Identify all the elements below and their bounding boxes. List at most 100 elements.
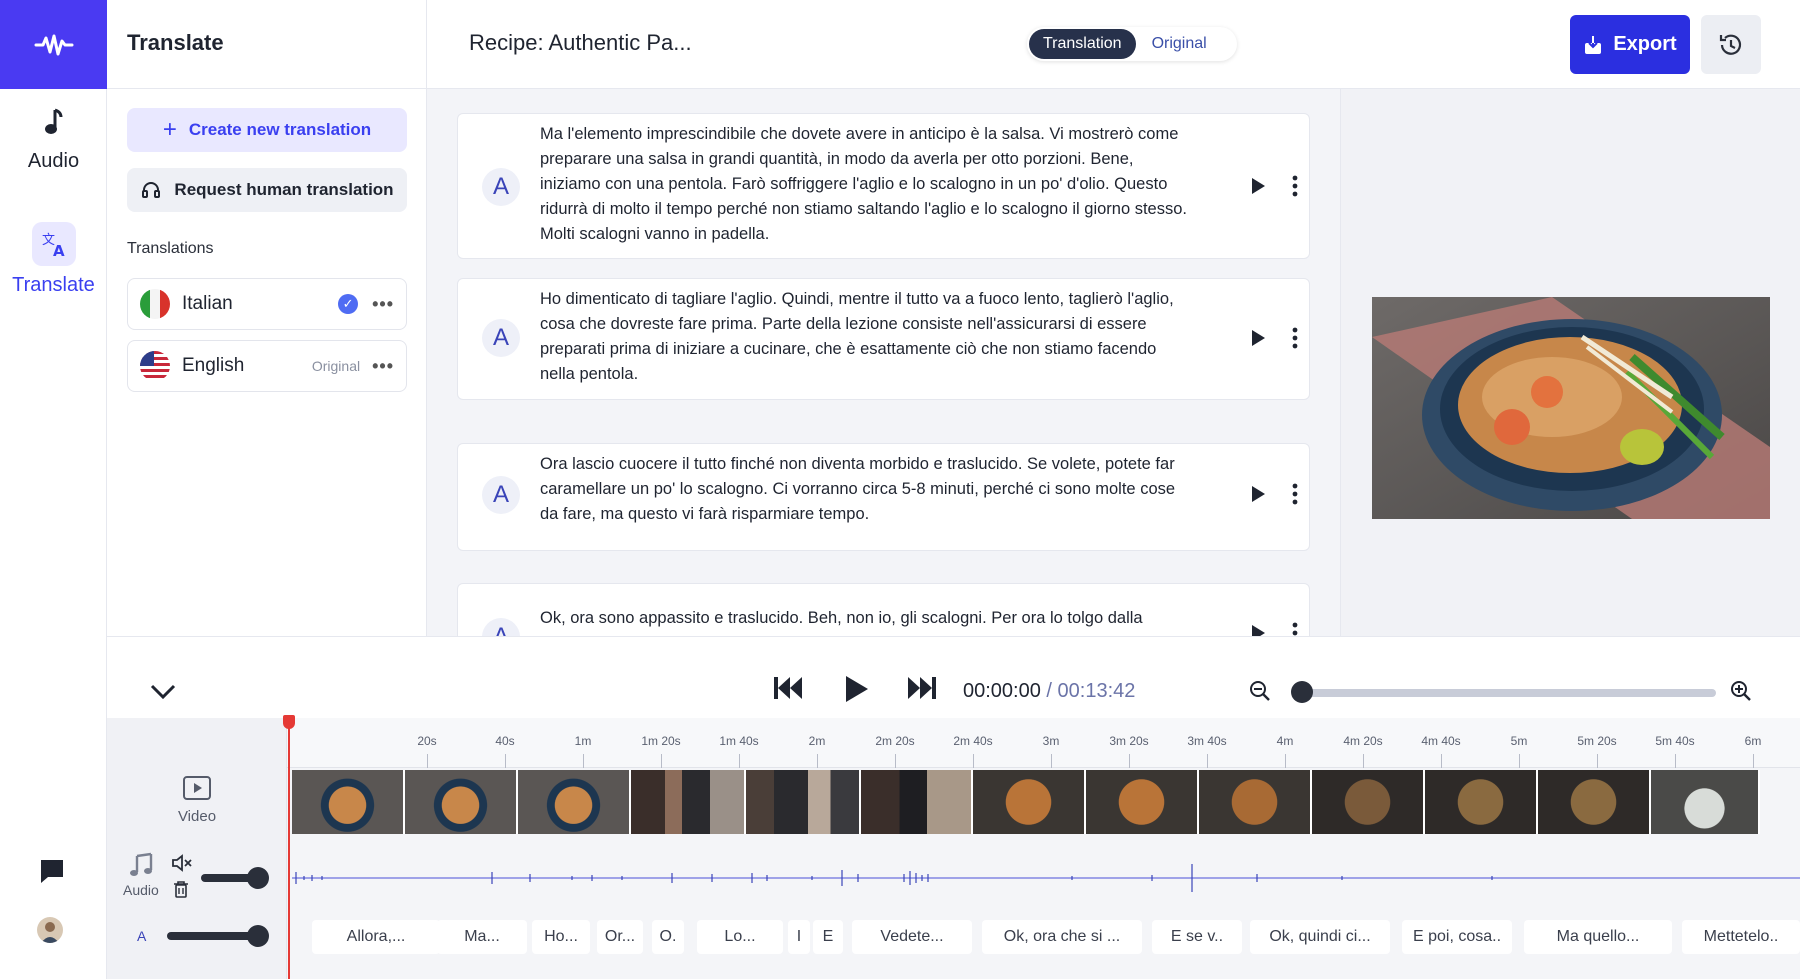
audio-waveform[interactable] xyxy=(292,846,1800,910)
rail-item-translate[interactable]: 文A Translate xyxy=(0,222,107,297)
video-frame xyxy=(746,770,861,834)
transcript-segment[interactable]: A Ora lascio cuocere il tutto finché non… xyxy=(457,443,1310,551)
music-notes-icon xyxy=(129,852,161,878)
subtitle-chip[interactable]: E poi, cosa.. xyxy=(1402,920,1512,954)
language-item-italian[interactable]: Italian ✓ ••• xyxy=(127,278,407,330)
zoom-slider-track[interactable] xyxy=(1300,689,1716,697)
playhead-handle[interactable] xyxy=(283,715,295,729)
trash-icon[interactable] xyxy=(173,880,189,898)
speaker-avatar[interactable]: A xyxy=(482,618,520,636)
translations-section-title: Translations xyxy=(127,240,214,258)
subtitle-chip[interactable]: Ma quello... xyxy=(1524,920,1672,954)
avatar[interactable] xyxy=(37,917,63,943)
more-options-icon[interactable] xyxy=(1292,622,1298,636)
ruler-tick-label: 3m xyxy=(1043,734,1060,748)
subtitle-chip[interactable]: I xyxy=(788,920,810,954)
play-button[interactable] xyxy=(843,675,869,703)
video-track-frames[interactable] xyxy=(292,770,1800,834)
transcript-segment[interactable]: A Ma l'elemento imprescindibile che dove… xyxy=(457,113,1310,259)
more-options-icon[interactable] xyxy=(1292,175,1298,197)
video-preview-image[interactable] xyxy=(1372,297,1770,519)
app-logo[interactable] xyxy=(0,0,107,89)
transcript-segment[interactable]: A Ok, ora sono appassito e traslucido. B… xyxy=(457,583,1310,636)
ruler-tick-mark xyxy=(661,754,662,768)
rail-item-audio[interactable]: Audio xyxy=(0,108,107,173)
total-time: / 00:13:42 xyxy=(1046,680,1135,702)
more-options-icon[interactable] xyxy=(1292,483,1298,505)
subtitle-chip[interactable]: Lo... xyxy=(697,920,783,954)
export-button[interactable]: Export xyxy=(1570,15,1690,74)
italy-flag-icon xyxy=(140,289,170,319)
audio-volume-handle[interactable] xyxy=(247,867,269,889)
ruler-tick-label: 4m 40s xyxy=(1421,734,1460,748)
ruler-tick-mark xyxy=(505,754,506,768)
export-icon xyxy=(1583,35,1603,55)
language-item-english[interactable]: English Original ••• xyxy=(127,340,407,392)
more-options-icon[interactable] xyxy=(1292,327,1298,349)
chevron-down-icon[interactable] xyxy=(149,683,177,701)
speaker-volume-handle[interactable] xyxy=(247,925,269,947)
subtitle-chip[interactable]: Ok, quindi ci... xyxy=(1250,920,1390,954)
subtitle-chip[interactable]: Ok, ora che si ... xyxy=(982,920,1142,954)
time-ruler[interactable]: 20s40s1m1m 20s1m 40s2m2m 20s2m 40s3m3m 2… xyxy=(287,718,1800,768)
language-more-button[interactable]: ••• xyxy=(372,356,394,377)
ruler-tick-label: 3m 40s xyxy=(1187,734,1226,748)
ruler-tick-label: 1m xyxy=(575,734,592,748)
segment-text[interactable]: Ma l'elemento imprescindibile che dovete… xyxy=(540,122,1190,247)
play-icon[interactable] xyxy=(1250,329,1266,347)
chat-icon[interactable] xyxy=(38,857,66,890)
request-human-translation-button[interactable]: Request human translation xyxy=(127,168,407,212)
segment-text[interactable]: Ho dimenticato di tagliare l'aglio. Quin… xyxy=(540,287,1190,387)
ruler-tick-label: 4m xyxy=(1277,734,1294,748)
subtitle-chip[interactable]: Ho... xyxy=(532,920,590,954)
zoom-slider-handle[interactable] xyxy=(1291,681,1313,703)
play-icon[interactable] xyxy=(1250,485,1266,503)
history-button[interactable] xyxy=(1701,15,1761,74)
ruler-tick-label: 5m 40s xyxy=(1655,734,1694,748)
subtitle-chip[interactable]: Allora,... xyxy=(312,920,440,954)
subtitle-chip[interactable]: O. xyxy=(652,920,684,954)
ruler-tick-mark xyxy=(739,754,740,768)
usa-flag-icon xyxy=(140,351,170,381)
subtitle-chip[interactable]: Or... xyxy=(597,920,643,954)
speaker-avatar[interactable]: A xyxy=(482,168,520,206)
svg-text:A: A xyxy=(53,242,65,258)
subtitle-chip[interactable]: E se v.. xyxy=(1152,920,1242,954)
segment-text[interactable]: Ok, ora sono appassito e traslucido. Beh… xyxy=(540,606,1190,631)
segment-text[interactable]: Ora lascio cuocere il tutto finché non d… xyxy=(540,452,1190,527)
mute-icon[interactable] xyxy=(171,854,193,872)
ruler-tick-label: 1m 20s xyxy=(641,734,680,748)
subtitle-chip[interactable]: E xyxy=(813,920,843,954)
plus-icon: + xyxy=(163,116,177,144)
top-header: Recipe: Authentic Pa... Translation Orig… xyxy=(427,0,1800,89)
panel-header: Translate xyxy=(107,0,427,89)
video-frame xyxy=(631,770,746,834)
speaker-avatar[interactable]: A xyxy=(482,476,520,514)
subtitle-chip[interactable]: Ma... xyxy=(437,920,527,954)
tab-original[interactable]: Original xyxy=(1136,35,1223,53)
skip-forward-icon[interactable] xyxy=(907,675,937,701)
transcript-segment[interactable]: A Ho dimenticato di tagliare l'aglio. Qu… xyxy=(457,278,1310,400)
zoom-in-icon[interactable] xyxy=(1730,680,1752,702)
time-display: 00:00:00 / 00:13:42 xyxy=(963,680,1135,703)
create-translation-button[interactable]: + Create new translation xyxy=(127,108,407,152)
language-more-button[interactable]: ••• xyxy=(372,294,394,315)
playhead[interactable] xyxy=(288,718,290,979)
document-title: Recipe: Authentic Pa... xyxy=(469,30,692,56)
video-track-label: Video xyxy=(107,776,287,825)
subtitle-chip[interactable]: Vedete... xyxy=(852,920,972,954)
video-preview-area xyxy=(1340,89,1800,636)
zoom-out-icon[interactable] xyxy=(1249,680,1271,702)
skip-back-icon[interactable] xyxy=(773,675,803,701)
ruler-tick-label: 40s xyxy=(495,734,514,748)
speaker-avatar[interactable]: A xyxy=(482,319,520,357)
play-icon[interactable] xyxy=(1250,177,1266,195)
ruler-tick-label: 2m 20s xyxy=(875,734,914,748)
translate-icon: 文A xyxy=(32,222,76,266)
ruler-tick-mark xyxy=(1753,754,1754,768)
tab-translation[interactable]: Translation xyxy=(1029,29,1136,59)
verified-check-icon: ✓ xyxy=(338,294,358,314)
play-icon[interactable] xyxy=(1250,624,1266,636)
ruler-tick-label: 2m 40s xyxy=(953,734,992,748)
subtitle-chip[interactable]: Mettetelo.. xyxy=(1682,920,1800,954)
